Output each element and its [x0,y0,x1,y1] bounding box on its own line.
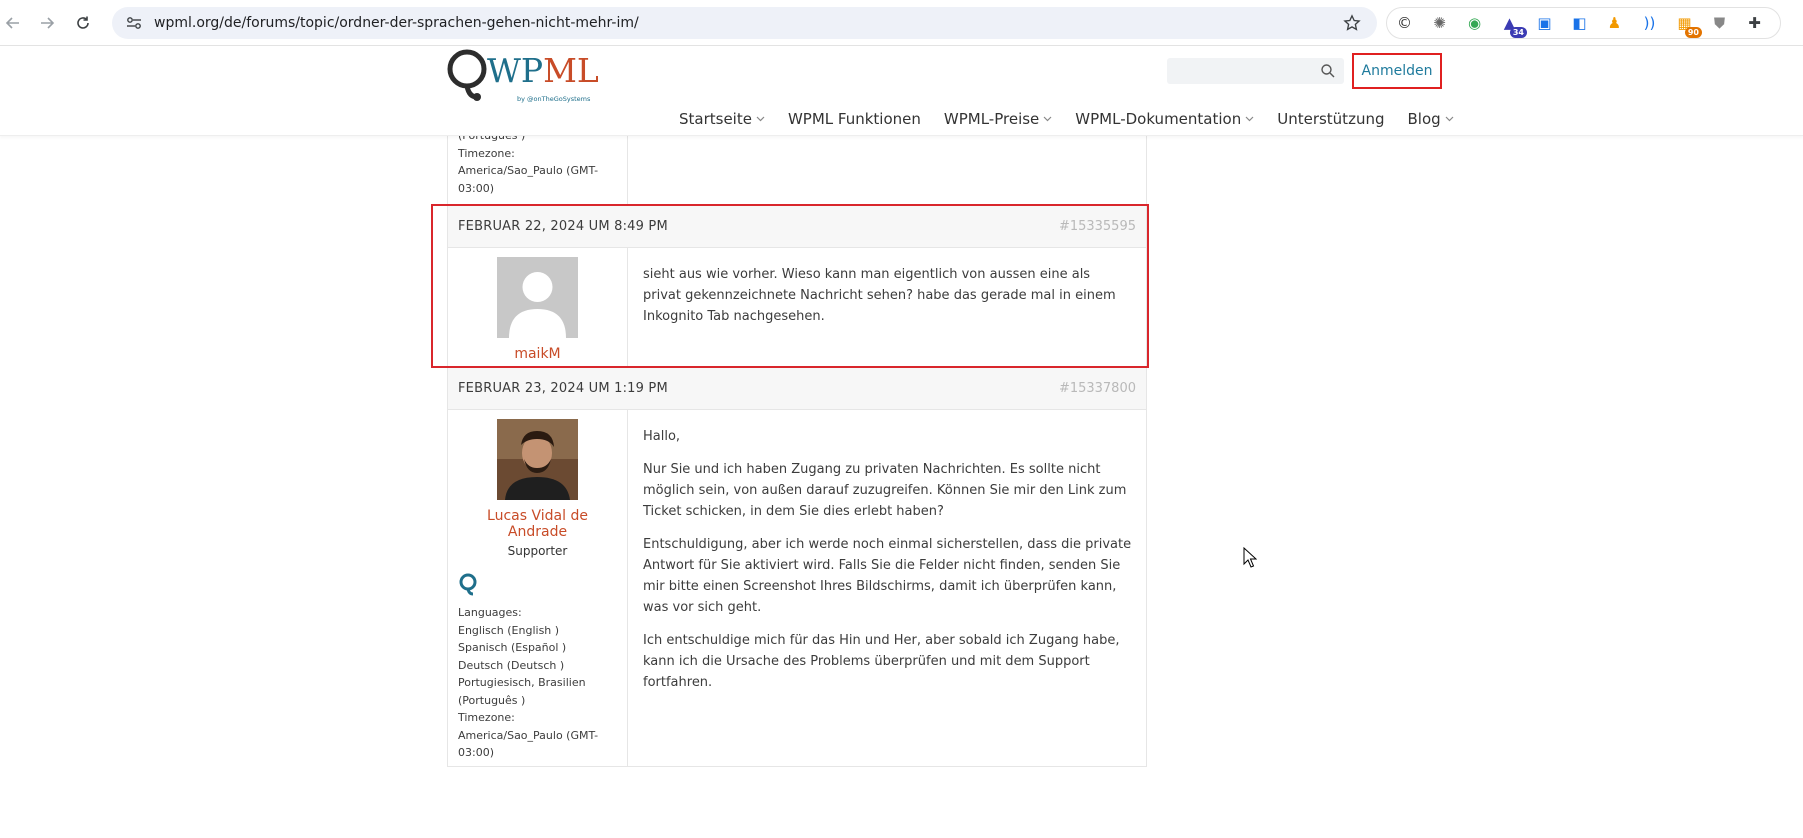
author-meta-line: 03:00) [458,181,494,195]
extension-badge: 34 [1509,27,1527,38]
nav-item-label: WPML Funktionen [787,110,921,128]
nav-item-4[interactable]: WPML-Dokumentation [1075,110,1254,128]
nav-item-label: WPML-Preise [943,110,1040,128]
address-bar[interactable]: wpml.org/de/forums/topic/ordner-der-spra… [112,7,1377,39]
wpml-logo[interactable]: WPML by @onTheGoSystems [445,47,605,113]
timezone-value: America/Sao_Paulo (GMT- [458,728,599,742]
forward-button[interactable] [34,10,60,36]
mouse-cursor-icon [1243,547,1257,568]
author-role: Supporter [507,544,568,558]
post-author: maikM [448,248,628,368]
nav-item-1[interactable]: Startseite [679,110,765,128]
bookmark-star-icon[interactable] [1341,12,1363,34]
code-tag-icon[interactable]: ◧ [1570,13,1589,33]
languages-label: Languages: [458,606,522,619]
wifi-extension-icon[interactable]: )) [1640,13,1659,33]
nav-item-label: WPML-Dokumentation [1075,110,1242,128]
arrow-left-icon [5,17,19,29]
reload-icon [77,16,89,29]
post-header: FEBRUAR 22, 2024 UM 8:49 PM #15335595 [448,204,1146,248]
search-input[interactable] [1167,58,1307,84]
chevron-down-icon [756,116,765,122]
copyright-icon[interactable]: © [1395,13,1414,33]
post-paragraph: Ich entschuldige mich für das Hin und He… [643,633,1120,690]
nav-item-6[interactable]: Blog [1407,110,1454,128]
spiral-extension-icon[interactable]: ◉ [1465,13,1484,33]
chevron-down-icon [1043,116,1052,122]
post-paragraph: sieht aus wie vorher. Wieso kann man eig… [643,267,1116,324]
language-entry: Portugiesisch, Brasilien [458,676,586,689]
nav-item-5[interactable]: Unterstützung [1277,110,1384,128]
logo-sub: by @onTheGoSystems [517,95,591,103]
search-icon[interactable] [1320,63,1336,79]
language-entry: Spanisch (Español ) [458,641,567,654]
post-date: FEBRUAR 22, 2024 UM 8:49 PM [458,218,668,234]
chevron-down-icon [1245,116,1254,122]
post-permalink[interactable]: #15337800 [1059,381,1136,396]
timezone-label: Timezone: [458,711,515,724]
forum-post-1: FEBRUAR 22, 2024 UM 8:49 PM #15335595 ma… [447,204,1147,368]
author-photo-avatar[interactable] [497,419,578,500]
default-avatar-icon[interactable] [497,257,578,338]
search-box [1167,58,1344,84]
site-info-icon[interactable] [120,13,148,33]
wpml-supporter-icon [459,573,477,596]
post-content: sieht aus wie vorher. Wieso kann man eig… [628,248,1146,368]
language-entry: (Português ) [458,693,526,707]
graduation-cap-icon[interactable]: ▲ 34 [1500,13,1527,38]
url-text[interactable]: wpml.org/de/forums/topic/ordner-der-spra… [154,15,639,31]
author-meta-line: Timezone: [458,146,515,160]
post-content: Hallo, Nur Sie und ich haben Zugang zu pr… [628,410,1146,766]
login-button[interactable]: Anmelden [1352,53,1442,89]
main-navigation: Startseite WPML Funktionen WPML-Preise WPML… [679,109,1477,129]
reload-button[interactable] [70,10,96,36]
nav-item-label: Startseite [679,110,752,128]
extension-badge: 90 [1684,27,1702,38]
site-header: WPML by @onTheGoSystems Anmelden Startse… [0,47,1803,136]
arrow-right-icon [41,17,55,29]
author-meta-line: America/Sao_Paulo (GMT- [458,164,599,177]
gear-extension-icon[interactable]: ✺ [1430,13,1449,33]
author-name[interactable]: Lucas Vidal de Andrade [458,508,617,540]
puzzle-icon[interactable]: ✚ [1745,13,1764,33]
post-permalink[interactable]: #15335595 [1059,219,1136,234]
nav-item-label: Unterstützung [1277,110,1385,128]
chart-extension-icon[interactable]: ▦ 90 [1675,13,1702,38]
shield-extension-icon[interactable]: ⛊ [1710,13,1729,33]
post-paragraph: Hallo, [643,429,681,444]
post-paragraph: Entschuldigung, aber ich werde noch einm… [643,537,1132,615]
language-entry: Englisch (English ) [458,623,560,637]
timezone-value: 03:00) [458,746,494,759]
nav-item-2[interactable]: WPML Funktionen [788,110,921,128]
bell-extension-icon[interactable]: ♟ [1605,13,1624,33]
language-entry: Deutsch (Deutsch ) [458,658,565,672]
screenshot-extension-icon[interactable]: ▣ [1535,13,1554,33]
logo-text: WPML [487,51,599,90]
post-date: FEBRUAR 23, 2024 UM 1:19 PM [458,380,668,396]
chevron-down-icon [1445,116,1454,122]
back-button[interactable] [0,10,26,36]
post-author: Lucas Vidal de Andrade Supporter Languag… [448,410,628,766]
nav-item-label: Blog [1407,110,1441,128]
post-paragraph: Nur Sie und ich haben Zugang zu privaten… [643,462,1127,519]
nav-item-3[interactable]: WPML-Preise [944,110,1052,128]
extensions-area: © ✺ ◉ ▲ 34 ▣ ◧ ♟)) ▦ 90 ⛊ ✚ [1386,7,1781,39]
post-header: FEBRUAR 23, 2024 UM 1:19 PM #15337800 [448,366,1146,410]
author-name[interactable]: maikM [458,346,617,362]
forum-post-2: FEBRUAR 23, 2024 UM 1:19 PM #15337800 Lu… [447,366,1147,767]
browser-toolbar: wpml.org/de/forums/topic/ordner-der-spra… [0,0,1803,46]
